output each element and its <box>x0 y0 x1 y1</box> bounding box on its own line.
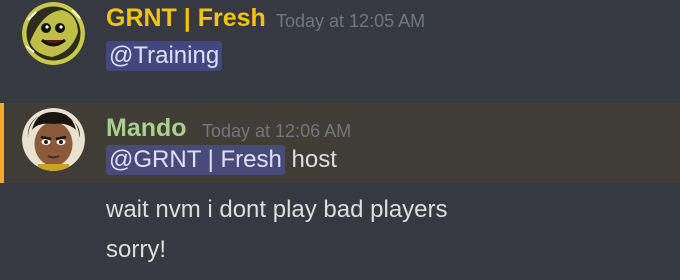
message-text: host <box>284 146 337 173</box>
username[interactable]: Mando <box>106 116 187 141</box>
message-text: wait nvm i dont play bad players <box>106 196 448 223</box>
username[interactable]: GRNT | Fresh <box>106 6 266 31</box>
mention-highlight-bar <box>0 103 4 183</box>
timestamp: Today at 12:05 AM <box>276 11 426 31</box>
avatar[interactable] <box>22 2 85 65</box>
user-mention[interactable]: @Training <box>106 41 223 71</box>
avatar[interactable] <box>22 108 85 171</box>
user-mention[interactable]: @GRNT | Fresh <box>106 145 285 175</box>
message-text: sorry! <box>106 236 166 263</box>
message-content: @Training <box>106 39 223 73</box>
message-group: GRNT | Fresh Today at 12:05 AM @Training <box>0 0 680 90</box>
chat-messages: GRNT | Fresh Today at 12:05 AM @Training <box>0 0 680 280</box>
message-group-highlighted: Mando Today at 12:06 AM <box>0 103 680 183</box>
message-content: @GRNT | Fresh host <box>106 143 337 177</box>
timestamp: Today at 12:06 AM <box>202 121 352 141</box>
